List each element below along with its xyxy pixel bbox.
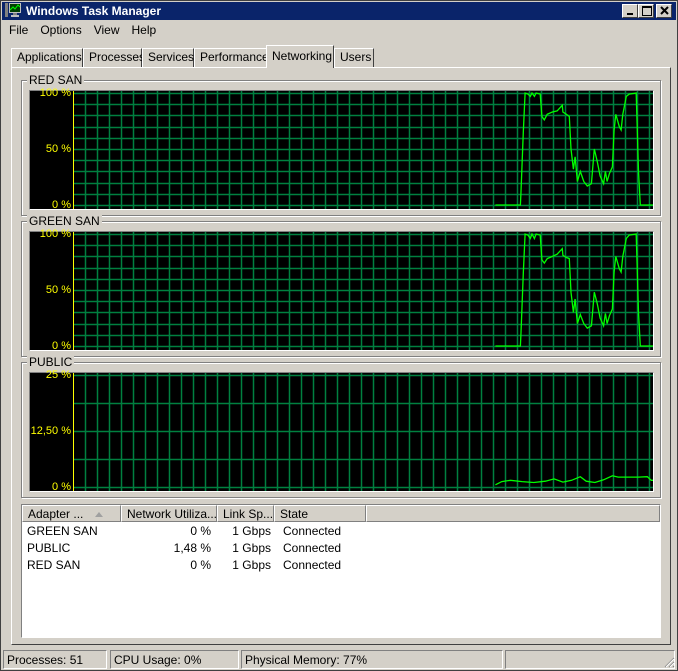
sort-ascending-icon <box>95 512 103 517</box>
graph-group-green-san: GREEN SAN 100 % 50 % 0 % <box>21 214 661 357</box>
task-manager-app-icon <box>5 3 21 18</box>
adapter-list[interactable]: Adapter ... Network Utiliza... Link Sp..… <box>21 504 661 638</box>
maximize-icon <box>642 6 652 16</box>
window-title: Windows Task Manager <box>26 4 162 18</box>
adapter-row[interactable]: RED SAN 0 % 1 Gbps Connected <box>22 557 660 574</box>
graph-group-public: PUBLIC 25 % 12,50 % 0 % <box>21 355 661 498</box>
tab-networking[interactable]: Networking <box>266 45 334 68</box>
close-button[interactable] <box>656 4 672 18</box>
utilization-line <box>495 475 653 486</box>
graph-group-red-san: RED SAN 100 % 50 % 0 % <box>21 73 661 216</box>
network-graph: 25 % 12,50 % 0 % <box>29 369 654 493</box>
column-network-utilization[interactable]: Network Utiliza... <box>121 505 217 522</box>
menu-options[interactable]: Options <box>34 21 87 39</box>
adapter-utilization: 0 % <box>190 524 211 538</box>
adapter-name: RED SAN <box>27 558 81 572</box>
adapter-state: Connected <box>283 524 342 538</box>
close-icon <box>660 6 669 15</box>
resize-grip-icon[interactable] <box>663 656 675 668</box>
status-processes: Processes: 51 <box>3 650 107 669</box>
column-state[interactable]: State <box>274 505 366 522</box>
adapter-name: PUBLIC <box>27 541 71 555</box>
tab-applications[interactable]: Applications <box>11 48 83 67</box>
graph-title: GREEN SAN <box>27 214 102 228</box>
maximize-button[interactable] <box>638 4 654 18</box>
graph-canvas <box>73 373 653 491</box>
graph-canvas <box>73 91 653 209</box>
adapter-state: Connected <box>283 541 342 555</box>
adapter-name: GREEN SAN <box>27 524 98 538</box>
status-cpu-usage: CPU Usage: 0% <box>110 650 239 669</box>
tab-processes[interactable]: Processes <box>83 48 145 67</box>
title-bar[interactable]: Windows Task Manager <box>2 2 676 20</box>
adapter-link-speed: 1 Gbps <box>232 524 271 538</box>
networking-panel: RED SAN 100 % 50 % 0 % GREEN SAN 100 % 50 %… <box>11 67 671 645</box>
grid <box>74 232 653 350</box>
column-empty <box>366 505 660 522</box>
adapter-utilization: 0 % <box>190 558 211 572</box>
adapter-state: Connected <box>283 558 342 572</box>
grid <box>74 373 653 491</box>
adapter-row[interactable]: GREEN SAN 0 % 1 Gbps Connected <box>22 523 660 540</box>
graph-canvas <box>73 232 653 350</box>
adapter-link-speed: 1 Gbps <box>232 558 271 572</box>
task-manager-window: Windows Task Manager File Options View Help… <box>0 0 678 671</box>
menu-bar: File Options View Help <box>3 21 162 39</box>
adapter-list-header: Adapter ... Network Utiliza... Link Sp..… <box>22 505 660 522</box>
graph-title: PUBLIC <box>27 355 75 369</box>
menu-help[interactable]: Help <box>126 21 163 39</box>
adapter-utilization: 1,48 % <box>173 541 211 555</box>
minimize-button[interactable] <box>622 4 638 18</box>
status-physical-memory: Physical Memory: 77% <box>241 650 503 669</box>
status-bar: Processes: 51 CPU Usage: 0% Physical Mem… <box>3 649 677 669</box>
tab-users[interactable]: Users <box>334 48 374 67</box>
adapter-row[interactable]: PUBLIC 1,48 % 1 Gbps Connected <box>22 540 660 557</box>
adapter-link-speed: 1 Gbps <box>232 541 271 555</box>
menu-file[interactable]: File <box>3 21 34 39</box>
network-graph: 100 % 50 % 0 % <box>29 87 654 211</box>
minimize-icon <box>627 13 633 15</box>
column-label: Adapter ... <box>28 507 84 521</box>
tab-performance[interactable]: Performance <box>194 48 269 67</box>
column-adapter[interactable]: Adapter ... <box>22 505 121 522</box>
menu-view[interactable]: View <box>88 21 126 39</box>
graph-title: RED SAN <box>27 73 85 87</box>
grid <box>74 91 653 209</box>
network-graph: 100 % 50 % 0 % <box>29 228 654 352</box>
tab-services[interactable]: Services <box>142 48 194 67</box>
status-empty <box>505 650 675 669</box>
column-link-speed[interactable]: Link Sp... <box>217 505 274 522</box>
